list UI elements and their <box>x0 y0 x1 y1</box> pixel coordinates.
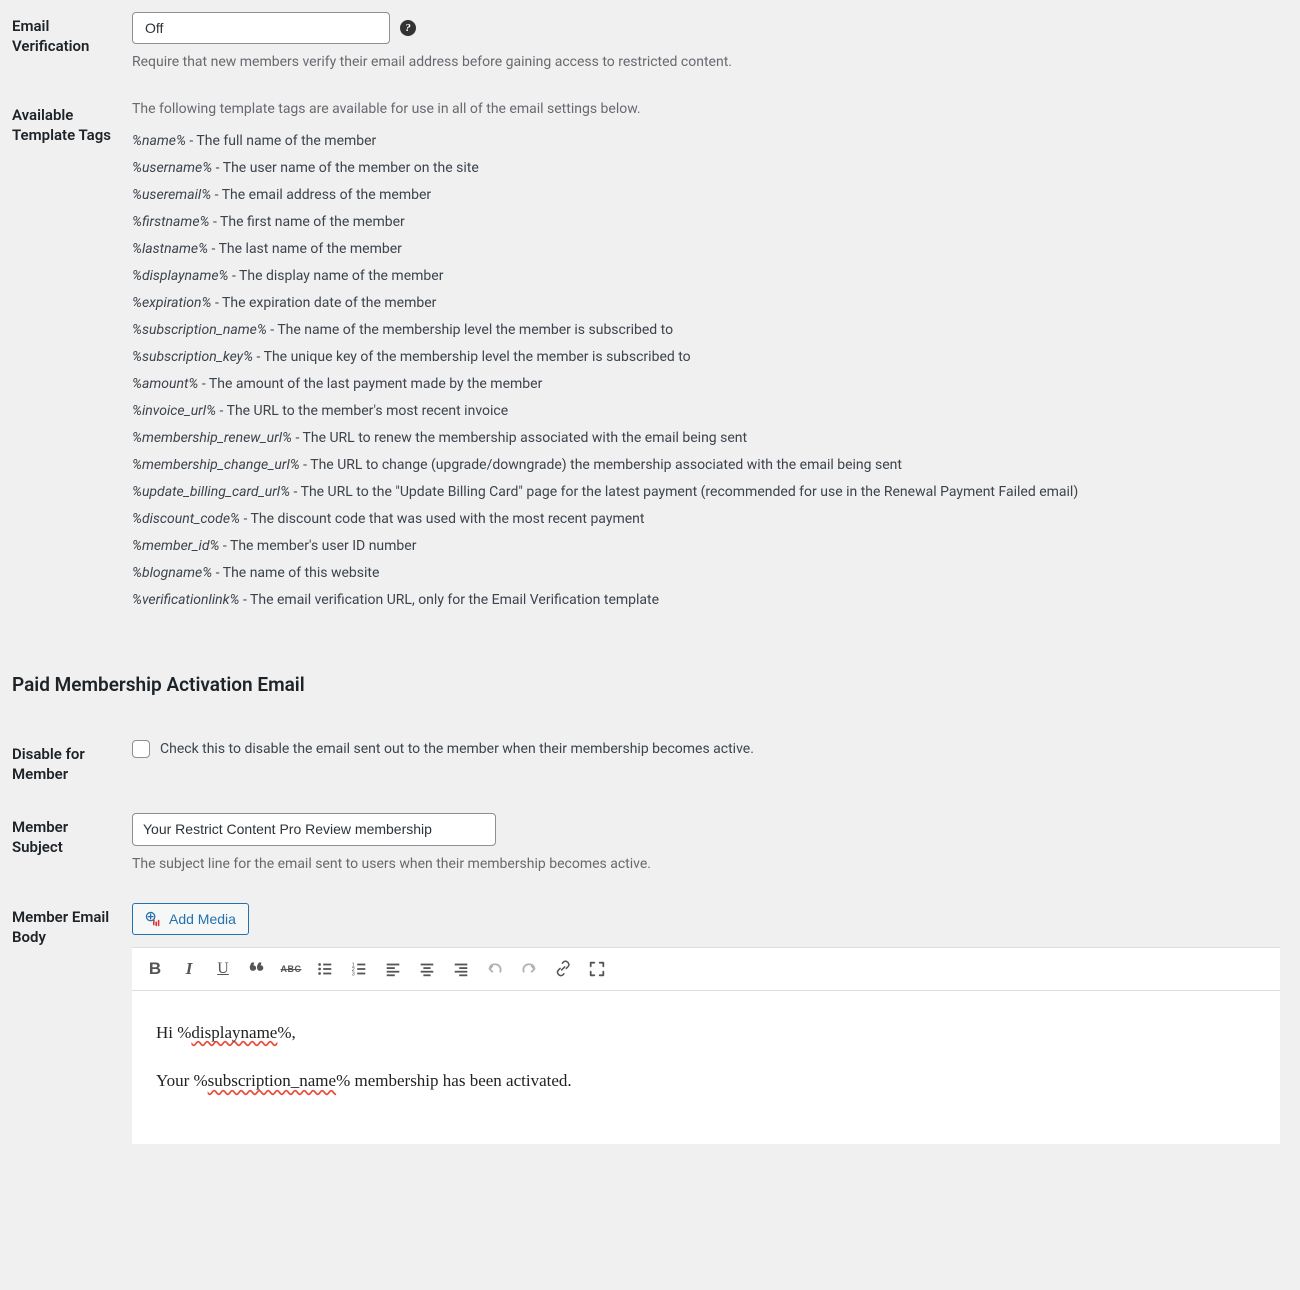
disable-for-member-desc: Check this to disable the email sent out… <box>160 741 754 757</box>
italic-button[interactable]: I <box>174 954 204 984</box>
template-tag-item: %name% - The full name of the member <box>132 131 1280 152</box>
template-tag-item: %subscription_name% - The name of the me… <box>132 320 1280 341</box>
strikethrough-button[interactable]: ABC <box>276 954 306 984</box>
template-tag-item: %subscription_key% - The unique key of t… <box>132 347 1280 368</box>
svg-text:3: 3 <box>352 971 355 977</box>
template-tag-item: %useremail% - The email address of the m… <box>132 185 1280 206</box>
bold-button[interactable]: B <box>140 954 170 984</box>
email-verification-select[interactable]: Off <box>132 12 390 44</box>
align-center-button[interactable] <box>412 954 442 984</box>
editor-toolbar: B I U ABC 123 <box>132 948 1280 991</box>
template-tag-item: %invoice_url% - The URL to the member's … <box>132 401 1280 422</box>
underline-button[interactable]: U <box>208 954 238 984</box>
template-tag-item: %username% - The user name of the member… <box>132 158 1280 179</box>
align-left-button[interactable] <box>378 954 408 984</box>
template-tag-item: %discount_code% - The discount code that… <box>132 509 1280 530</box>
email-verification-label: Email Verification <box>12 12 132 57</box>
blockquote-button[interactable] <box>242 954 272 984</box>
template-tag-item: %update_billing_card_url% - The URL to t… <box>132 482 1280 503</box>
template-tag-item: %displayname% - The display name of the … <box>132 266 1280 287</box>
template-tag-item: %firstname% - The first name of the memb… <box>132 212 1280 233</box>
help-icon[interactable]: ? <box>400 20 416 36</box>
template-tag-item: %expiration% - The expiration date of th… <box>132 293 1280 314</box>
template-tag-item: %membership_renew_url% - The URL to rene… <box>132 428 1280 449</box>
add-media-button[interactable]: Add Media <box>132 903 249 935</box>
rich-text-editor: B I U ABC 123 <box>132 947 1280 1145</box>
template-tag-item: %membership_change_url% - The URL to cha… <box>132 455 1280 476</box>
add-media-label: Add Media <box>169 911 236 927</box>
template-tags-intro: The following template tags are availabl… <box>132 101 1280 117</box>
disable-for-member-checkbox[interactable] <box>132 740 150 758</box>
align-right-button[interactable] <box>446 954 476 984</box>
member-subject-desc: The subject line for the email sent to u… <box>132 854 1280 875</box>
template-tag-item: %blogname% - The name of this website <box>132 563 1280 584</box>
template-tag-item: %member_id% - The member's user ID numbe… <box>132 536 1280 557</box>
member-subject-label: Member Subject <box>12 813 132 858</box>
template-tag-item: %amount% - The amount of the last paymen… <box>132 374 1280 395</box>
member-subject-input[interactable] <box>132 813 496 846</box>
template-tag-item: %verificationlink% - The email verificat… <box>132 590 1280 611</box>
template-tags-list: %name% - The full name of the member %use… <box>132 131 1280 611</box>
numbered-list-button[interactable]: 123 <box>344 954 374 984</box>
bullet-list-button[interactable] <box>310 954 340 984</box>
member-email-body-label: Member Email Body <box>12 903 132 948</box>
editor-content[interactable]: Hi %displayname%, Your %subscription_nam… <box>132 991 1280 1145</box>
redo-button[interactable] <box>514 954 544 984</box>
editor-line-1: Hi %displayname%, <box>156 1019 1256 1048</box>
section-heading: Paid Membership Activation Email <box>12 673 1280 696</box>
disable-for-member-label: Disable for Member <box>12 740 132 785</box>
email-verification-desc: Require that new members verify their em… <box>132 52 1280 73</box>
link-button[interactable] <box>548 954 578 984</box>
media-icon <box>145 911 161 927</box>
template-tags-label: Available Template Tags <box>12 101 132 146</box>
editor-line-2: Your %subscription_name% membership has … <box>156 1067 1256 1096</box>
undo-button[interactable] <box>480 954 510 984</box>
fullscreen-button[interactable] <box>582 954 612 984</box>
template-tag-item: %lastname% - The last name of the member <box>132 239 1280 260</box>
